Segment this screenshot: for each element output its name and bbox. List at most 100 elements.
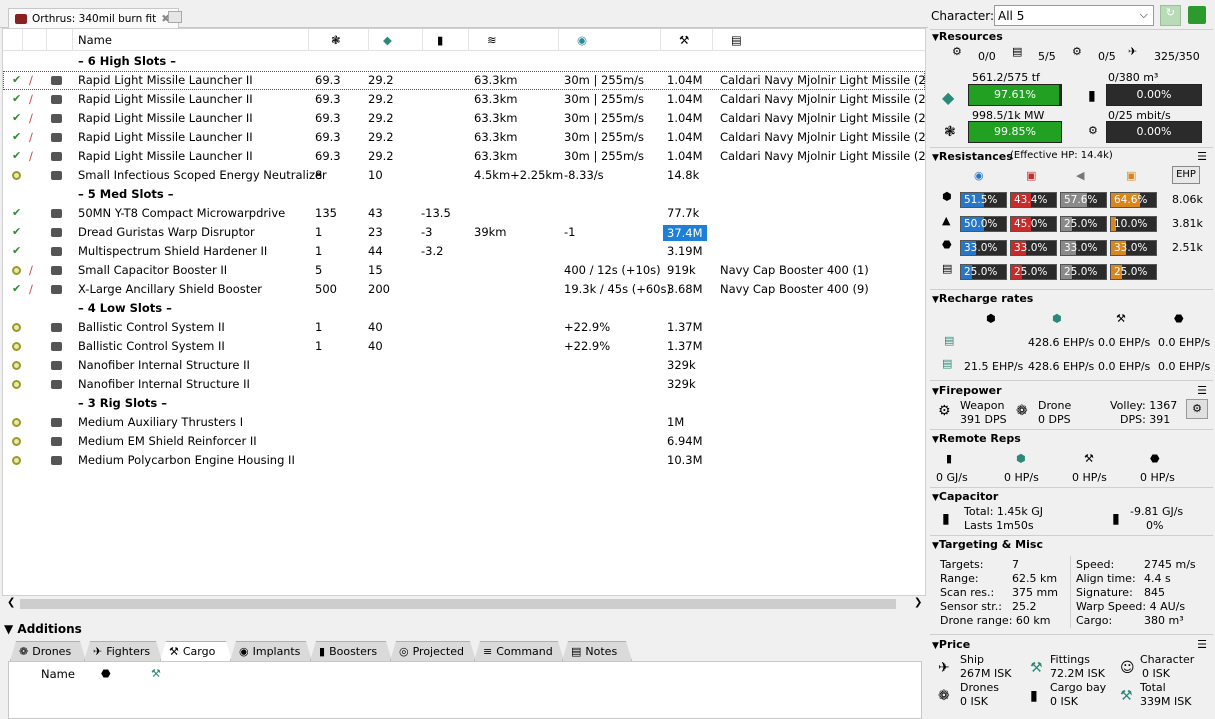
volley-value: Volley: 1367 [1110, 399, 1178, 412]
hull-rep-icon: ⬣ [1174, 312, 1184, 325]
module-row[interactable]: ✔ Dread Guristas Warp Disruptor 1 23 -3 39km -… [3, 223, 925, 242]
charge-icon: ∕ [29, 111, 33, 125]
column-name[interactable]: Name [78, 33, 112, 47]
fit-tab[interactable]: Orthrus: 340mil burn fit ✖ [8, 8, 180, 28]
additions-tab-notes[interactable]: ▤ Notes [562, 641, 632, 661]
module-active-icon[interactable]: ✔ [12, 282, 21, 295]
ehp-toggle-button[interactable]: EHP [1172, 166, 1200, 184]
module-offline-icon[interactable] [12, 266, 21, 275]
additions-tab-drones[interactable]: ❁ Drones [10, 641, 86, 661]
additions-tab-cargo[interactable]: ⚒ Cargo [160, 641, 232, 661]
module-active-icon[interactable]: ✔ [12, 73, 21, 86]
module-c5: 30m | 255m/s [564, 73, 645, 87]
damage-pattern-button[interactable]: ⚙ [1186, 399, 1208, 419]
additions-tab-implants[interactable]: ◉ Implants [230, 641, 312, 661]
capacitor-percent: 0% [1146, 519, 1164, 532]
additions-tab-command[interactable]: ≡ Command [474, 641, 564, 661]
module-row[interactable]: ✔ ∕ X-Large Ancillary Shield Booster 500 200… [3, 280, 925, 299]
module-row[interactable]: ✔ ∕ Rapid Light Missile Launcher II 69.3 29.… [3, 71, 925, 90]
additions-tab-boosters[interactable]: ▮ Boosters [310, 641, 392, 661]
module-offline-icon[interactable] [12, 171, 21, 180]
module-offline-icon[interactable] [12, 418, 21, 427]
module-name: Nanofiber Internal Structure II [78, 358, 250, 372]
module-row[interactable]: ✔ ∕ Rapid Light Missile Launcher II 69.3 29.… [3, 109, 925, 128]
horizontal-scrollbar[interactable]: ❮ ❯ [2, 596, 926, 612]
module-active-icon[interactable]: ✔ [12, 92, 21, 105]
module-active-icon[interactable]: ✔ [12, 149, 21, 162]
additions-tab-fighters[interactable]: ✈ Fighters [84, 641, 162, 661]
module-offline-icon[interactable] [12, 456, 21, 465]
module-row[interactable]: ✔ 50MN Y-T8 Compact Microwarpdrive 135 43 -1… [3, 204, 925, 223]
powergrid-column-icon[interactable]: ◆ [383, 33, 392, 47]
additions-header[interactable]: ▼ Additions [4, 622, 82, 636]
character-select[interactable]: All 5 ⌵ [994, 5, 1154, 26]
module-row[interactable]: ∕ Small Capacitor Booster II 5 15 400 / 12s … [3, 261, 925, 280]
module-c6: 1.04M [667, 130, 703, 144]
module-row[interactable]: ✔ ∕ Rapid Light Missile Launcher II 69.3 29.… [3, 128, 925, 147]
additions-tab-projected[interactable]: ◎ Projected [390, 641, 476, 661]
export-icon[interactable] [1188, 6, 1206, 24]
module-offline-icon[interactable] [12, 437, 21, 446]
cargo-price-icon: ▮ [1030, 688, 1038, 704]
recharge-r2-2: 428.6 EHP/s [1028, 360, 1095, 373]
cpu-column-icon[interactable]: ❃ [331, 33, 341, 47]
module-offline-icon[interactable] [12, 323, 21, 332]
resistances-header[interactable]: Resistances [932, 150, 1013, 163]
module-offline-icon[interactable] [12, 342, 21, 351]
price-column-icon[interactable]: ⚒ [679, 33, 689, 47]
module-active-icon[interactable]: ✔ [12, 206, 21, 219]
module-offline-icon[interactable] [12, 380, 21, 389]
scroll-thumb[interactable] [20, 599, 896, 609]
drones-price-icon: ❁ [938, 688, 950, 704]
module-row[interactable]: Nanofiber Internal Structure II 329k [3, 375, 925, 394]
module-active-icon[interactable]: ✔ [12, 111, 21, 124]
module-row[interactable]: Nanofiber Internal Structure II 329k [3, 356, 925, 375]
firepower-menu-icon[interactable]: ☰ [1197, 384, 1207, 397]
targeting-header[interactable]: Targeting & Misc [932, 538, 1043, 551]
module-row[interactable]: Medium EM Shield Reinforcer II 6.94M [3, 432, 925, 451]
scroll-left-icon[interactable]: ❮ [7, 597, 15, 608]
module-c6: 14.8k [667, 168, 700, 182]
capacitor-header[interactable]: Capacitor [932, 490, 998, 503]
module-row[interactable]: Small Infectious Scoped Energy Neutraliz… [3, 166, 925, 185]
module-active-icon[interactable]: ✔ [12, 244, 21, 257]
price-header[interactable]: Price [932, 638, 970, 651]
additions-column-name[interactable]: Name [41, 667, 75, 681]
range-column-icon[interactable]: ≋ [487, 33, 497, 47]
remote-cap-icon: ▮ [946, 452, 953, 465]
scroll-right-icon[interactable]: ❯ [914, 597, 922, 608]
module-row[interactable]: Ballistic Control System II 1 40 +22.9% 1.37… [3, 318, 925, 337]
capacitor-column-icon[interactable]: ▮ [437, 33, 443, 47]
volume-column-icon[interactable]: ⬣ [101, 667, 111, 680]
targeting-value: 4.4 s [1144, 572, 1171, 585]
slot-section-header: – 5 Med Slots – [3, 185, 925, 204]
new-tab-button[interactable] [168, 11, 182, 23]
total-price-label: Total [1140, 681, 1166, 694]
powergrid-bar: 99.85% [968, 121, 1062, 143]
resources-header[interactable]: Resources [932, 30, 1003, 43]
refresh-button[interactable]: ↻ [1160, 5, 1181, 26]
firepower-header[interactable]: Firepower [932, 384, 1002, 397]
module-active-icon[interactable]: ✔ [12, 130, 21, 143]
module-name: Rapid Light Missile Launcher II [78, 149, 253, 163]
module-row[interactable]: Medium Auxiliary Thrusters I 1M [3, 413, 925, 432]
module-c7: Navy Cap Booster 400 (9) [720, 282, 869, 296]
module-row[interactable]: ✔ ∕ Rapid Light Missile Launcher II 69.3 29.… [3, 90, 925, 109]
module-active-icon[interactable]: ✔ [12, 225, 21, 238]
module-row[interactable]: Medium Polycarbon Engine Housing II 10.3M [3, 451, 925, 470]
price-menu-icon[interactable]: ☰ [1197, 638, 1207, 651]
module-offline-icon[interactable] [12, 361, 21, 370]
resistances-menu-icon[interactable]: ☰ [1197, 150, 1207, 163]
module-c2: 10 [368, 168, 383, 182]
module-row[interactable]: ✔ ∕ Rapid Light Missile Launcher II 69.3 29.… [3, 147, 925, 166]
module-c6: 77.7k [667, 206, 700, 220]
module-row[interactable]: ✔ Multispectrum Shield Hardener II 1 44 -3.2… [3, 242, 925, 261]
price-column-icon[interactable]: ⚒ [151, 667, 161, 680]
recharge-header[interactable]: Recharge rates [932, 292, 1033, 305]
additions-tab-label: Command [496, 645, 553, 658]
module-row[interactable]: Ballistic Control System II 1 40 +22.9% 1.37… [3, 337, 925, 356]
calibration-count: 325/350 [1154, 50, 1200, 63]
ammo-column-icon[interactable]: ▤ [731, 33, 742, 47]
remote-reps-header[interactable]: Remote Reps [932, 432, 1021, 445]
misc-column-icon[interactable]: ◉ [577, 33, 587, 47]
